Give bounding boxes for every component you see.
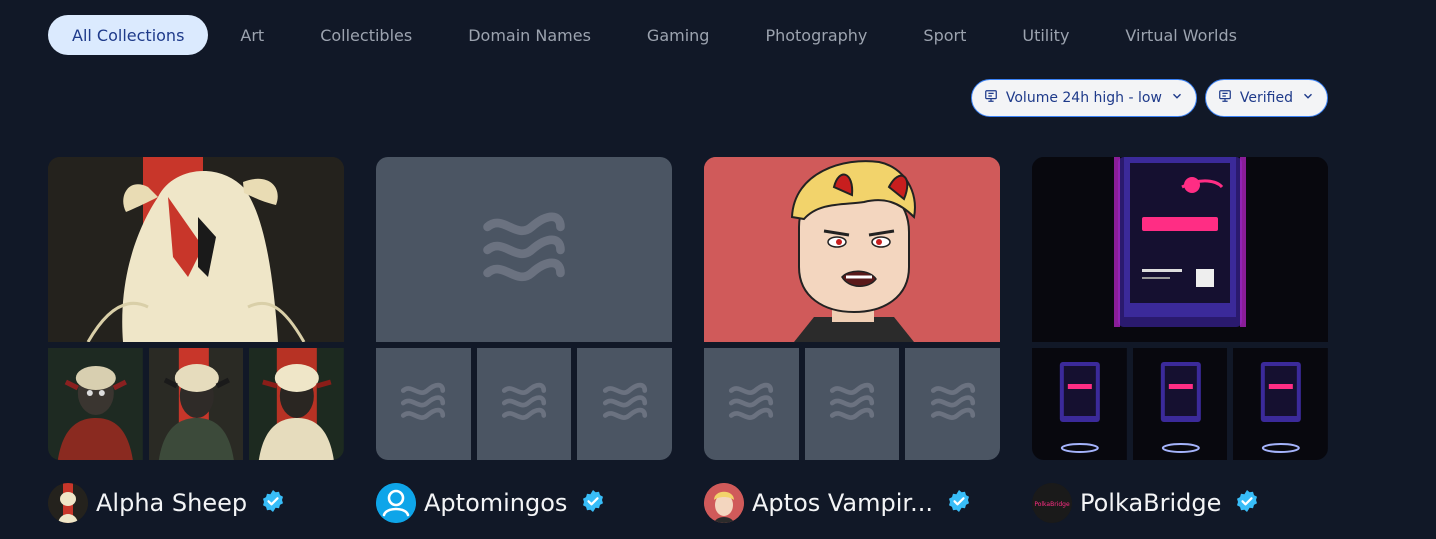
verified-badge-icon — [1235, 489, 1259, 517]
tab-utility[interactable]: Utility — [994, 15, 1097, 55]
waves-icon — [498, 376, 550, 432]
collection-thumbnail — [577, 348, 672, 460]
user-icon — [376, 483, 416, 523]
verified-dropdown[interactable]: Verified — [1204, 79, 1328, 117]
collection-preview[interactable] — [48, 157, 344, 460]
collection-main-image — [376, 157, 672, 342]
sort-label: Volume 24h high - low — [1005, 90, 1162, 106]
collection-thumbnail — [249, 348, 344, 460]
polkabridge-logo: PolkaBridge — [1032, 483, 1072, 523]
collection-thumbnail — [148, 348, 244, 460]
waves-icon — [927, 376, 979, 432]
tab-virtual-worlds[interactable]: Virtual Worlds — [1097, 15, 1265, 55]
collection-thumbnail — [1233, 348, 1328, 460]
collection-preview[interactable] — [376, 157, 672, 460]
tab-art[interactable]: Art — [212, 15, 292, 55]
collection-thumbnail — [704, 348, 799, 460]
tab-sport[interactable]: Sport — [895, 15, 994, 55]
sort-dropdown[interactable]: Volume 24h high - low — [970, 79, 1197, 117]
avatar — [48, 483, 88, 523]
collection-thumbnail — [804, 348, 900, 460]
collection-thumbnail — [48, 348, 143, 460]
collection-preview[interactable] — [1032, 157, 1328, 460]
collection-main-image — [48, 157, 344, 342]
collection-name[interactable]: Alpha Sheep — [96, 489, 247, 517]
collection-card-aptos-vampires[interactable]: Aptos Vampir... — [704, 157, 1000, 523]
collection-footer: Alpha Sheep — [48, 483, 344, 523]
tab-gaming[interactable]: Gaming — [619, 15, 738, 55]
collection-thumbnail — [905, 348, 1000, 460]
collection-thumbnail — [1132, 348, 1228, 460]
collection-name[interactable]: PolkaBridge — [1080, 489, 1221, 517]
tab-domain-names[interactable]: Domain Names — [440, 15, 619, 55]
collection-footer: Aptos Vampir... — [704, 483, 1000, 523]
collection-card-alpha-sheep[interactable]: Alpha Sheep — [48, 157, 344, 523]
tab-collectibles[interactable]: Collectibles — [292, 15, 440, 55]
waves-icon — [397, 376, 449, 432]
collection-thumbnail — [476, 348, 572, 460]
verified-filter-label: Verified — [1239, 90, 1293, 106]
display-icon — [1218, 89, 1232, 107]
collection-name[interactable]: Aptomingos — [424, 489, 567, 517]
tab-all-collections[interactable]: All Collections — [48, 15, 209, 55]
filter-bar: Volume 24h high - low Verified — [970, 79, 1328, 117]
collection-card-aptomingos[interactable]: Aptomingos — [376, 157, 672, 523]
collection-grid: Alpha Sheep Aptomingos Aptos Vampir... P… — [48, 157, 1328, 523]
collection-name[interactable]: Aptos Vampir... — [752, 489, 933, 517]
verified-badge-icon — [581, 489, 605, 517]
waves-icon — [476, 200, 572, 300]
tab-photography[interactable]: Photography — [737, 15, 895, 55]
collection-footer: Aptomingos — [376, 483, 672, 523]
chevron-down-icon — [1170, 89, 1184, 107]
category-tabs: All Collections Art Collectibles Domain … — [48, 15, 1265, 55]
polkabridge-logo-text: PolkaBridge — [1034, 501, 1070, 508]
collection-main-image — [704, 157, 1000, 342]
collection-main-image — [1032, 157, 1328, 342]
verified-badge-icon — [947, 489, 971, 517]
verified-badge-icon — [261, 489, 285, 517]
waves-icon — [826, 376, 878, 432]
waves-icon — [599, 376, 651, 432]
collection-card-polkabridge[interactable]: PolkaBridge PolkaBridge — [1032, 157, 1328, 523]
collection-footer: PolkaBridge PolkaBridge — [1032, 483, 1328, 523]
avatar — [704, 483, 744, 523]
display-icon — [984, 89, 998, 107]
collection-preview[interactable] — [704, 157, 1000, 460]
chevron-down-icon — [1301, 89, 1315, 107]
collection-thumbnail — [1032, 348, 1127, 460]
collection-thumbnail — [376, 348, 471, 460]
waves-icon — [725, 376, 777, 432]
